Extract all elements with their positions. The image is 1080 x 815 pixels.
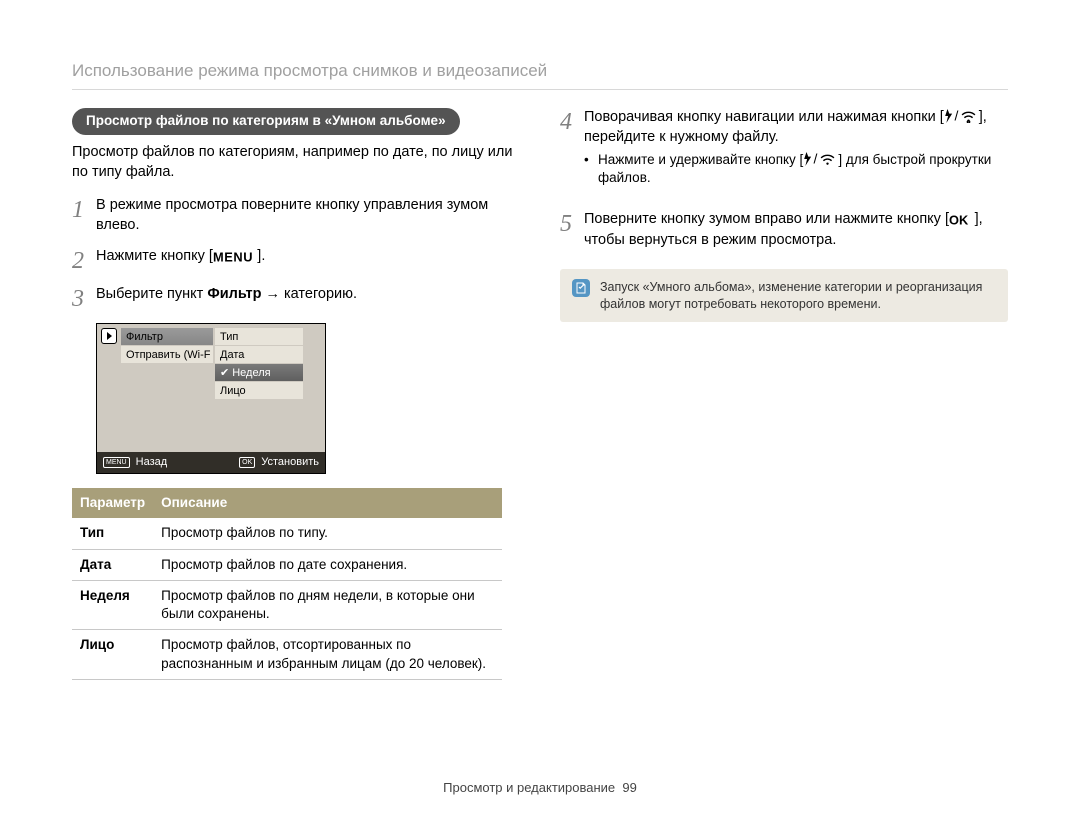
step4-text-a: Поворачивая кнопку навигации или нажимая… [584, 109, 944, 125]
cell-param: Лицо [72, 630, 153, 679]
cell-desc: Просмотр файлов, отсортированных по расп… [153, 630, 502, 679]
step2-text-a: Нажмите кнопку [ [96, 248, 213, 264]
cam-menu-col2: Тип Дата ✔Неделя Лицо [215, 328, 303, 400]
menu-glyph: MENU [213, 249, 257, 269]
cam-item-week: ✔Неделя [215, 364, 303, 382]
cell-desc: Просмотр файлов по дням недели, в которы… [153, 580, 502, 629]
step-number: 5 [560, 210, 584, 251]
cam-back-label: Назад [136, 455, 168, 470]
menu-button-icon: MENU [103, 457, 130, 468]
cam-item-face: Лицо [215, 382, 303, 400]
step4-bullet: Нажмите и удерживайте кнопку [/] для быс… [584, 151, 1008, 187]
step-body: Нажмите кнопку [MENU]. [96, 247, 520, 273]
step3-text-a: Выберите пункт [96, 286, 207, 302]
step-body: Поверните кнопку зумом вправо или нажмит… [584, 210, 1008, 251]
step-number: 3 [72, 285, 96, 311]
step-5: 5 Поверните кнопку зумом вправо или нажм… [560, 210, 1008, 251]
cell-desc: Просмотр файлов по типу. [153, 518, 502, 549]
step4-bullet-a: Нажмите и удерживайте кнопку [ [598, 152, 803, 167]
cell-param: Дата [72, 549, 153, 580]
note-box: Запуск «Умного альбома», изменение катег… [560, 269, 1008, 323]
page-footer: Просмотр и редактирование 99 [0, 779, 1080, 797]
cam-footer: MENU Назад OK Установить [97, 452, 325, 473]
svg-text:OK: OK [949, 213, 969, 227]
flash-wifi-icons: / [803, 152, 838, 167]
step2-text-b: ]. [257, 248, 265, 264]
flash-wifi-icons: / [944, 109, 979, 125]
step-body: Поворачивая кнопку навигации или нажимая… [584, 108, 1008, 198]
th-desc: Описание [153, 488, 502, 518]
ok-glyph: OK [949, 212, 975, 232]
left-column: Просмотр файлов по категориям в «Умном а… [72, 108, 520, 680]
cam-menu-col1: Фильтр Отправить (Wi-F [121, 328, 213, 400]
step-number: 1 [72, 196, 96, 235]
table-row: Дата Просмотр файлов по дате сохранения. [72, 549, 502, 580]
table-row: Неделя Просмотр файлов по дням недели, в… [72, 580, 502, 629]
svg-text:/: / [814, 152, 818, 166]
th-param: Параметр [72, 488, 153, 518]
play-tab-icon [101, 328, 117, 344]
ok-button-icon: OK [239, 457, 255, 468]
cell-param: Тип [72, 518, 153, 549]
footer-section: Просмотр и редактирование [443, 780, 615, 795]
cell-desc: Просмотр файлов по дате сохранения. [153, 549, 502, 580]
cam-item-week-label: Неделя [232, 367, 270, 379]
step3-text-b: → категорию. [261, 286, 357, 302]
cam-set-label: Установить [261, 455, 319, 470]
svg-text:MENU: MENU [213, 250, 253, 264]
step-3: 3 Выберите пункт Фильтр → категорию. [72, 285, 520, 311]
right-column: 4 Поворачивая кнопку навигации или нажим… [560, 108, 1008, 680]
step-4: 4 Поворачивая кнопку навигации или нажим… [560, 108, 1008, 198]
intro-text: Просмотр файлов по категориям, например … [72, 143, 520, 182]
info-icon [572, 279, 590, 297]
step-number: 4 [560, 108, 584, 198]
cam-item-filter: Фильтр [121, 328, 213, 346]
step-number: 2 [72, 247, 96, 273]
svg-text:/: / [954, 109, 958, 123]
step5-text-a: Поверните кнопку зумом вправо или нажмит… [584, 211, 949, 227]
table-row: Лицо Просмотр файлов, отсортированных по… [72, 630, 502, 679]
cam-item-send: Отправить (Wi-F [121, 346, 213, 364]
step3-bold: Фильтр [207, 286, 261, 302]
table-row: Тип Просмотр файлов по типу. [72, 518, 502, 549]
step-body: В режиме просмотра поверните кнопку упра… [96, 196, 520, 235]
camera-ui-screenshot: Фильтр Отправить (Wi-F Тип Дата ✔Неделя … [96, 323, 326, 474]
footer-page: 99 [622, 780, 636, 795]
cam-item-type: Тип [215, 328, 303, 346]
section-pill: Просмотр файлов по категориям в «Умном а… [72, 108, 460, 135]
cam-item-date: Дата [215, 346, 303, 364]
page-header: Использование режима просмотра снимков и… [72, 60, 1008, 90]
step-body: Выберите пункт Фильтр → категорию. [96, 285, 520, 311]
params-table: Параметр Описание Тип Просмотр файлов по… [72, 488, 502, 680]
note-text: Запуск «Умного альбома», изменение катег… [600, 279, 996, 313]
step-2: 2 Нажмите кнопку [MENU]. [72, 247, 520, 273]
step-1: 1 В режиме просмотра поверните кнопку уп… [72, 196, 520, 235]
cell-param: Неделя [72, 580, 153, 629]
check-icon: ✔ [220, 367, 229, 379]
